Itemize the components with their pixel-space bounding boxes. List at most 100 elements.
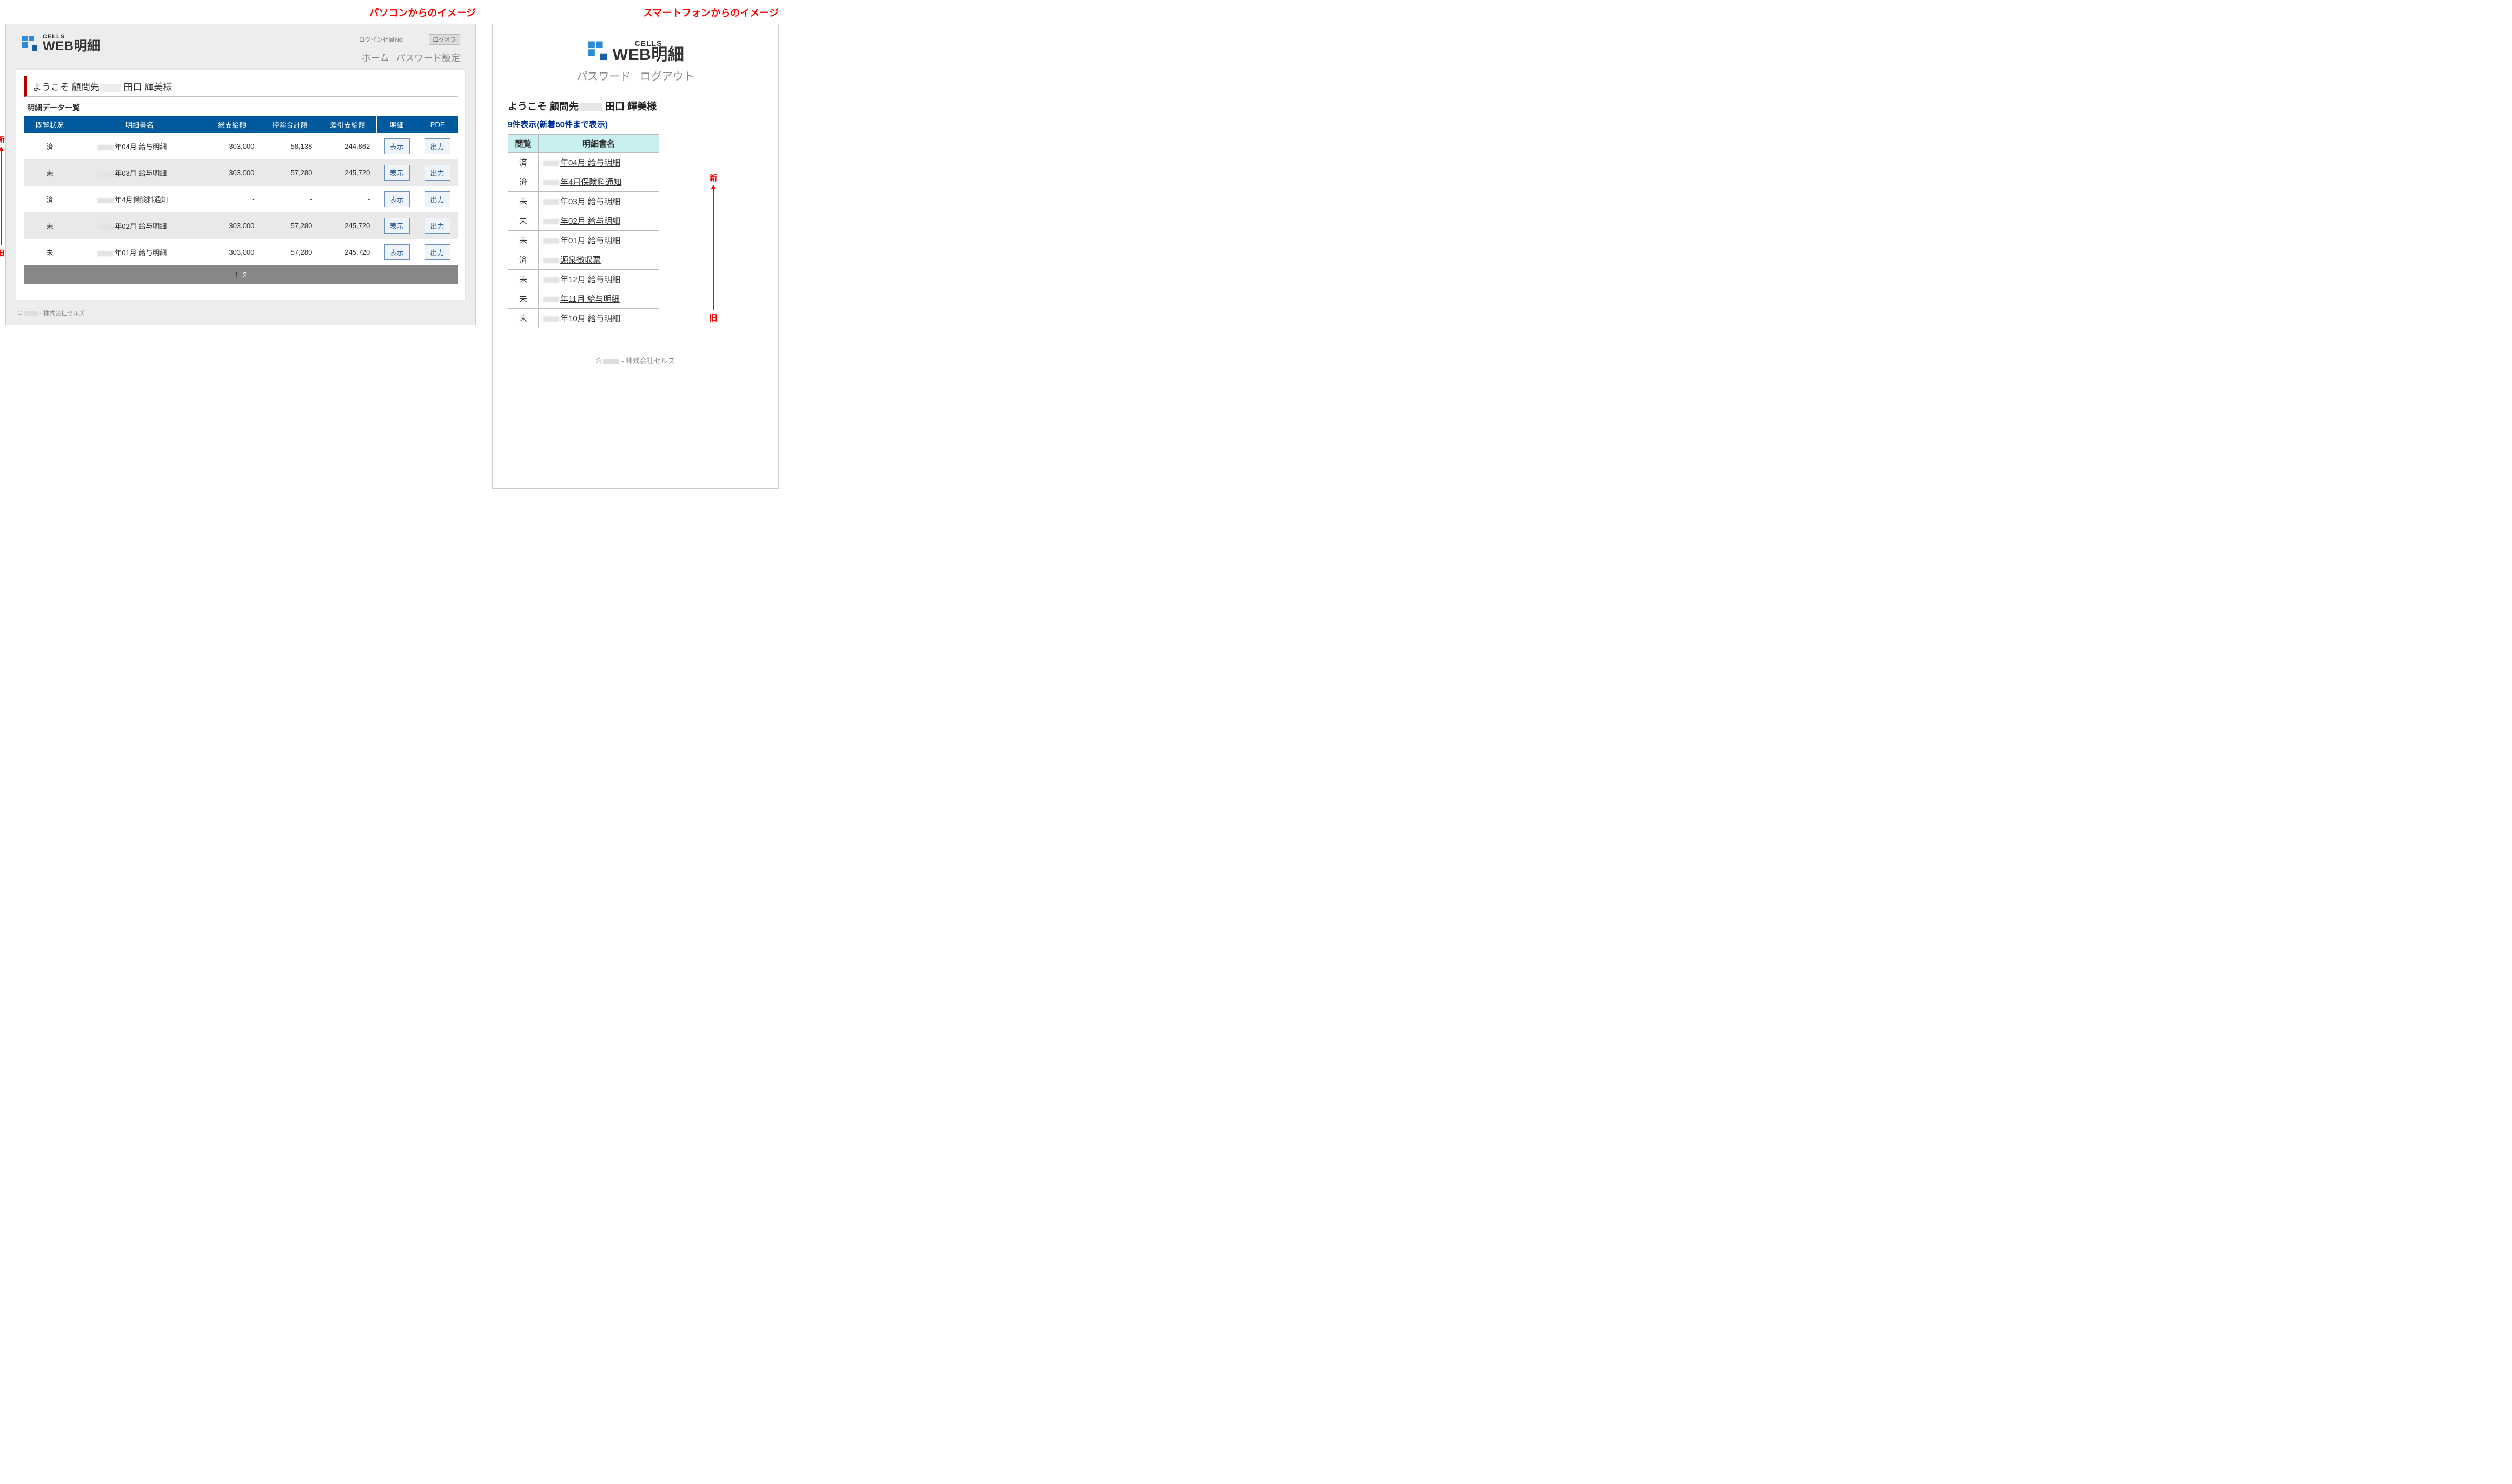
annot-old: 旧: [0, 248, 5, 258]
cell-name: 年03月 給与明細: [76, 159, 203, 186]
year-masked: [543, 277, 559, 283]
pager-row: 1 2: [24, 265, 458, 284]
welcome-name: 田口 輝美様: [123, 82, 172, 92]
pc-caption: パソコンからのイメージ: [5, 5, 476, 19]
cell-status: 未: [508, 270, 539, 289]
welcome-prefix: ようこそ: [508, 101, 547, 112]
cell-name: 年4月保険料通知: [539, 172, 659, 192]
nav-password[interactable]: パスワード設定: [396, 53, 460, 63]
cell-status: 未: [24, 239, 76, 265]
output-button[interactable]: 出力: [425, 244, 450, 260]
cell-status: 未: [508, 289, 539, 309]
pc-window: CELLS WEB明細 ログイン社員No: ログオフ ホーム パスワード設定: [5, 24, 476, 325]
annot-new: 新: [0, 134, 5, 145]
col-deduct: 控除合計額: [261, 116, 319, 133]
detail-link[interactable]: 源泉徴収票: [560, 256, 601, 265]
welcome-bar: ようこそ 顧問先 田口 輝美様: [24, 76, 458, 97]
year-masked: [543, 297, 559, 302]
cell-net: 245,720: [319, 239, 376, 265]
table-row: 済 源泉徴収票: [508, 250, 659, 270]
cell-deduct: 58,138: [261, 133, 319, 159]
cell-deduct: 57,280: [261, 239, 319, 265]
nav-home[interactable]: ホーム: [362, 53, 389, 63]
cell-name: 年01月 給与明細: [539, 231, 659, 250]
detail-link[interactable]: 年4月保険料通知: [560, 178, 621, 187]
year-masked: [97, 251, 114, 256]
pager-current: 1: [235, 271, 238, 279]
cell-name: 年04月 給与明細: [76, 133, 203, 159]
logo: CELLS WEB明細: [21, 34, 101, 53]
logoff-button[interactable]: ログオフ: [429, 34, 460, 45]
cell-net: 244,862: [319, 133, 376, 159]
footer-company: - 株式会社セルズ: [621, 357, 675, 365]
cell-name: 年03月 給与明細: [539, 192, 659, 211]
detail-link[interactable]: 年02月 給与明細: [560, 217, 620, 226]
detail-table: 閲覧状況 明細書名 総支給額 控除合計額 差引支給額 明細 PDF 済年04月 …: [24, 116, 458, 284]
nav-password[interactable]: パスワード: [576, 71, 631, 83]
table-row: 未年02月 給与明細: [508, 211, 659, 231]
cell-name: 年01月 給与明細: [76, 239, 203, 265]
mobile-window: CELLS WEB明細 パスワード ログアウト ようこそ 顧問先 田口 輝美様 …: [492, 24, 779, 489]
output-button[interactable]: 出力: [425, 165, 450, 181]
table-row: 済年4月保険料通知: [508, 172, 659, 192]
timeline-arrow-pc: 新 旧: [0, 134, 6, 258]
output-button[interactable]: 出力: [425, 191, 450, 207]
pager-page-2[interactable]: 2: [243, 271, 247, 279]
table-row: 未年03月 給与明細: [508, 192, 659, 211]
welcome-bar: ようこそ 顧問先 田口 輝美様: [508, 99, 763, 113]
show-button[interactable]: 表示: [384, 218, 410, 234]
welcome-prefix: ようこそ: [32, 82, 69, 92]
footer-copy: ©: [18, 310, 22, 317]
table-row: 未年03月 給与明細303,00057,280245,720表示出力: [24, 159, 458, 186]
year-masked: [97, 171, 114, 177]
table-row: 未 年11月 給与明細: [508, 289, 659, 309]
cell-status: 未: [508, 231, 539, 250]
cell-status: 済: [508, 250, 539, 270]
footer-company: - 株式会社セルズ: [39, 310, 85, 317]
cell-status: 済: [24, 186, 76, 212]
nav-logout[interactable]: ログアウト: [640, 71, 694, 83]
detail-link[interactable]: 年12月 給与明細: [560, 275, 620, 284]
show-button[interactable]: 表示: [384, 165, 410, 181]
cell-net: -: [319, 186, 376, 212]
table-row: 未 年12月 給与明細: [508, 270, 659, 289]
show-button[interactable]: 表示: [384, 138, 410, 154]
arrow-up-icon: [1, 147, 2, 245]
col-status: 閲覧状況: [24, 116, 76, 133]
mobile-footer: © - 株式会社セルズ: [508, 355, 763, 365]
detail-link[interactable]: 年03月 給与明細: [560, 197, 620, 207]
cell-name: 年12月 給与明細: [539, 270, 659, 289]
cell-name: 年02月 給与明細: [539, 211, 659, 231]
arrow-up-icon: [713, 185, 714, 310]
cell-deduct: 57,280: [261, 212, 319, 239]
show-button[interactable]: 表示: [384, 244, 410, 260]
detail-link[interactable]: 年04月 給与明細: [560, 158, 620, 168]
table-row: 済年04月 給与明細303,00058,138244,862表示出力: [24, 133, 458, 159]
detail-link[interactable]: 年10月 給与明細: [560, 314, 620, 323]
logo-icon: [587, 40, 609, 63]
output-button[interactable]: 出力: [425, 138, 450, 154]
cell-name: 源泉徴収票: [539, 250, 659, 270]
detail-link[interactable]: 年01月 給与明細: [560, 236, 620, 245]
table-row: 未 年01月 給与明細: [508, 231, 659, 250]
cell-name: 年02月 給与明細: [76, 212, 203, 239]
welcome-mid: 顧問先: [72, 82, 100, 92]
annot-old: 旧: [709, 312, 717, 323]
cell-gross: 303,000: [203, 239, 261, 265]
col-net: 差引支給額: [319, 116, 376, 133]
cell-net: 245,720: [319, 212, 376, 239]
show-button[interactable]: 表示: [384, 191, 410, 207]
cell-status: 済: [24, 133, 76, 159]
detail-link[interactable]: 年11月 給与明細: [560, 295, 620, 304]
cell-name: 年04月 給与明細: [539, 153, 659, 172]
col-name: 明細書名: [76, 116, 203, 133]
cell-gross: 303,000: [203, 159, 261, 186]
cell-status: 未: [508, 309, 539, 328]
output-button[interactable]: 出力: [425, 218, 450, 234]
year-masked: [543, 199, 559, 205]
logo: CELLS WEB明細: [508, 39, 763, 63]
login-label: ログイン社員No:: [359, 37, 404, 43]
welcome-masked: [579, 103, 602, 111]
footer-year-masked: [603, 359, 619, 364]
table-row: 未年01月 給与明細303,00057,280245,720 表示出力: [24, 239, 458, 265]
